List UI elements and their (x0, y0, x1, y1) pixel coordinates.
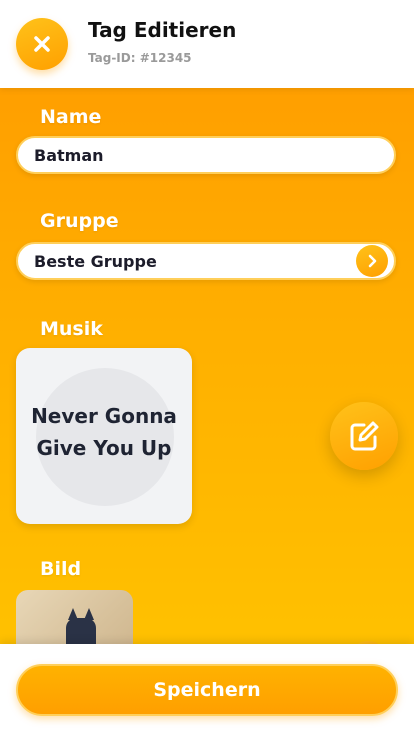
save-button[interactable]: Speichern (16, 664, 398, 716)
name-label: Name (40, 106, 102, 128)
form-content[interactable]: Name Batman Gruppe Beste Gruppe Musik Ne… (0, 88, 414, 648)
edit-button[interactable] (330, 402, 398, 470)
page-title: Tag Editieren (88, 18, 237, 42)
music-title: Never Gonna Give You Up (31, 404, 177, 460)
close-button[interactable] (16, 18, 68, 70)
header: Tag Editieren Tag-ID: #12345 (0, 0, 414, 88)
group-label: Gruppe (40, 210, 119, 232)
close-icon (34, 36, 50, 52)
music-label: Musik (40, 318, 103, 340)
image-label: Bild (40, 558, 82, 580)
image-thumbnail[interactable] (16, 590, 133, 648)
chevron-right-icon (368, 254, 377, 268)
music-card[interactable]: Never Gonna Give You Up (16, 348, 192, 524)
edit-icon (350, 421, 379, 451)
group-value: Beste Gruppe (34, 251, 157, 271)
group-chevron-button[interactable] (356, 245, 388, 277)
bottom-bar: Speichern (0, 644, 414, 736)
group-select[interactable]: Beste Gruppe (16, 242, 396, 280)
name-input[interactable]: Batman (16, 136, 396, 174)
name-value: Batman (34, 145, 104, 165)
tag-id: Tag-ID: #12345 (88, 51, 192, 65)
